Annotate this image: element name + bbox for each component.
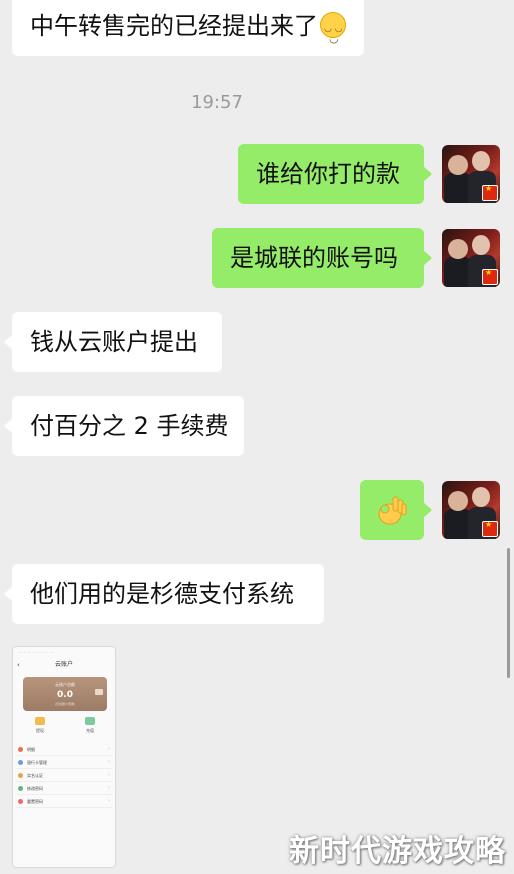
flag-icon <box>482 268 498 285</box>
message-text: 中午转售完的已经提出来了 <box>30 12 318 40</box>
timestamp: 19:57 <box>191 92 243 113</box>
card-chip-icon <box>95 689 103 695</box>
flag-icon <box>482 520 498 537</box>
card-label: 云账户总额 <box>55 682 75 687</box>
back-icon: ‹ <box>17 661 20 669</box>
outgoing-message[interactable]: 谁给你打的款 <box>238 144 432 204</box>
ok-hand-emoji-icon <box>378 496 407 525</box>
user-avatar[interactable] <box>442 481 500 539</box>
menu-item: 修改密码 › <box>15 782 113 795</box>
user-avatar[interactable] <box>442 145 500 203</box>
message-text: 付百分之 2 手续费 <box>30 412 229 440</box>
message-text: 他们用的是杉德支付系统 <box>30 580 294 608</box>
incoming-message[interactable]: 他们用的是杉德支付系统 <box>4 564 324 624</box>
smiling-face-emoji-icon <box>320 0 346 69</box>
screenshot-menu: 明细 › 银行卡管理 › 实名认证 › 修改密码 › 重置密码 › <box>15 743 113 808</box>
wallet-icon <box>35 717 45 725</box>
message-text: 谁给你打的款 <box>256 160 400 188</box>
topup-action: 充值 <box>75 717 105 734</box>
message-text: 钱从云账户提出 <box>30 328 198 356</box>
withdraw-action: 提现 <box>25 717 55 734</box>
screenshot-navbar: ‹ 云账户 <box>13 659 115 671</box>
balance-card: 云账户总额 0.0 (仅供账户查看) <box>23 677 107 711</box>
incoming-message[interactable]: 付百分之 2 手续费 <box>4 396 244 456</box>
screenshot-title: 云账户 <box>54 661 73 668</box>
message-text: 是城联的账号吗 <box>230 244 398 272</box>
image-message-cloud-account-screenshot[interactable]: · · · · · · · · · · · · · · ‹ 云账户 云账户总额 … <box>12 646 116 868</box>
user-avatar[interactable] <box>442 229 500 287</box>
flag-icon <box>482 184 498 201</box>
menu-item: 重置密码 › <box>15 795 113 808</box>
outgoing-emoji-message[interactable] <box>360 480 432 540</box>
menu-item: 实名认证 › <box>15 769 113 782</box>
menu-item: 明细 › <box>15 743 113 756</box>
incoming-message[interactable]: 中午转售完的已经提出来了 <box>12 0 364 69</box>
watermark: 新时代游戏攻略 <box>289 834 506 869</box>
outgoing-message[interactable]: 是城联的账号吗 <box>212 228 432 288</box>
menu-item: 银行卡管理 › <box>15 756 113 769</box>
card-icon <box>85 717 95 725</box>
scrollbar[interactable] <box>507 548 510 678</box>
incoming-message[interactable]: 钱从云账户提出 <box>4 312 222 372</box>
card-sub: (仅供账户查看) <box>54 702 76 706</box>
